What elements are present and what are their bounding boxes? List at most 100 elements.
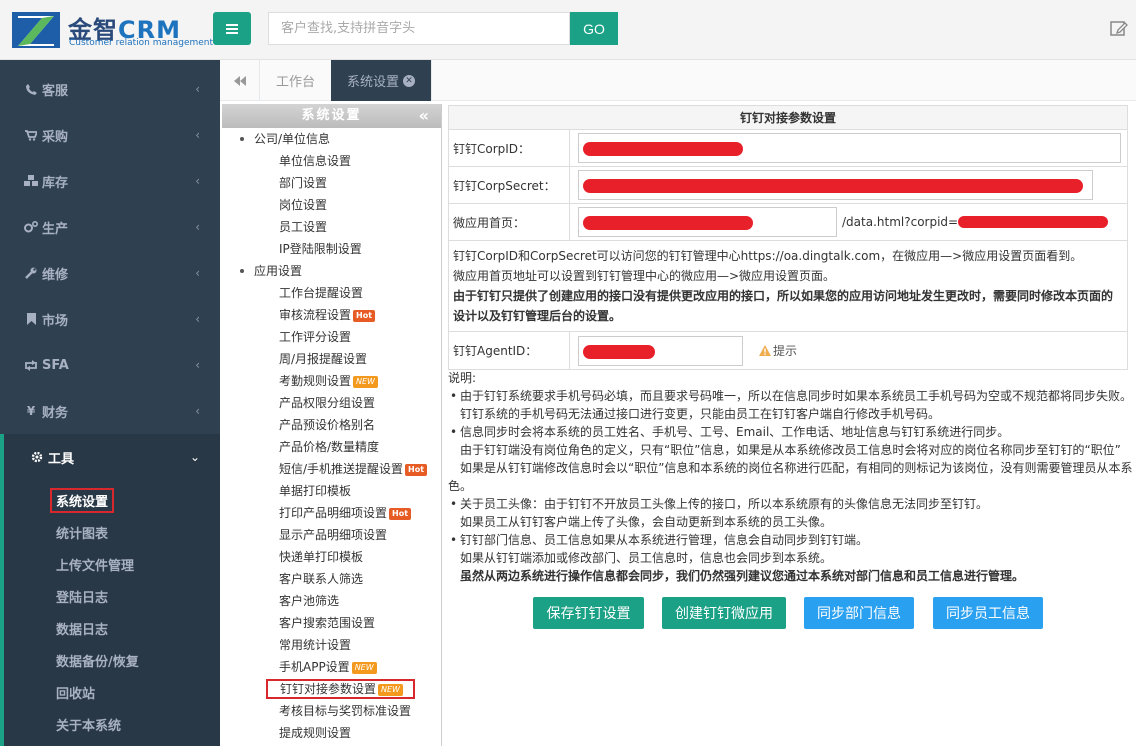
tab-workbench[interactable]: 工作台 xyxy=(260,60,333,101)
corpid-input[interactable] xyxy=(578,133,1121,163)
sidebar-item-service[interactable]: 客服 ‹ xyxy=(0,66,220,112)
instruction-item: 由于钉钉系统要求手机号码必填，而且要求号码唯一，所以在信息同步时如果本系统员工手… xyxy=(448,387,1136,405)
go-button[interactable]: GO xyxy=(570,12,618,45)
close-icon[interactable]: ✕ xyxy=(403,74,416,87)
tab-scroll-left-button[interactable] xyxy=(220,60,260,101)
tree-item[interactable]: 工作台提醒设置 xyxy=(248,282,441,304)
tree-item[interactable]: 钉钉对接参数设置 NEW xyxy=(248,678,441,700)
tree-item[interactable]: 短信/手机推送提醒设置 Hot xyxy=(248,458,441,480)
tree-item[interactable]: 单位信息设置 xyxy=(248,150,441,172)
tab-bar: 工作台 系统设置 ✕ xyxy=(220,60,1136,101)
tree-item[interactable]: 产品权限分组设置 xyxy=(248,392,441,414)
tree-item[interactable]: 审核流程设置 Hot xyxy=(248,304,441,326)
sidebar-item-finance[interactable]: ¥ 财务 ‹ xyxy=(0,388,220,434)
agentid-label: 钉钉AgentID： xyxy=(449,332,570,369)
create-dingtalk-app-button[interactable]: 创建钉钉微应用 xyxy=(662,597,786,629)
instruction-item: 关于员工头像：由于钉钉不开放员工头像上传的接口，所以本系统原有的头像信息无法同步… xyxy=(448,495,1136,513)
redaction-scribble xyxy=(583,179,1083,193)
tree-item[interactable]: 提成规则设置 xyxy=(248,722,441,744)
sidebar-subitem-data-log[interactable]: 数据日志 xyxy=(4,612,220,644)
chevron-left-icon: ‹ xyxy=(195,266,200,280)
agentid-input[interactable] xyxy=(578,335,743,366)
tree-group-apps[interactable]: 应用设置 xyxy=(238,260,441,282)
tree-item[interactable]: 工作评分设置 xyxy=(248,326,441,348)
corpid-row: 钉钉CorpID： xyxy=(449,130,1127,167)
tree-item[interactable]: 部门设置 xyxy=(248,172,441,194)
wrench-icon xyxy=(24,266,38,280)
tree-item[interactable]: 产品预设价格别名 xyxy=(248,414,441,436)
sidebar-item-inventory[interactable]: 库存 ‹ xyxy=(0,158,220,204)
tree-item[interactable]: 打印产品明细项设置 Hot xyxy=(248,502,441,524)
sync-department-button[interactable]: 同步部门信息 xyxy=(804,597,914,629)
tree-item[interactable]: 客户联系人筛选 xyxy=(248,568,441,590)
settings-tree: 公司/单位信息 单位信息设置 部门设置 岗位设置 员工设置 IP登陆限制设置 应… xyxy=(222,128,441,744)
chevron-left-icon: ‹ xyxy=(195,220,200,234)
tree-item[interactable]: 考勤规则设置 NEW xyxy=(248,370,441,392)
sidebar-subitem-login-log[interactable]: 登陆日志 xyxy=(4,580,220,612)
hot-badge: Hot xyxy=(353,309,376,322)
tree-item[interactable]: 显示产品明细项设置 xyxy=(248,524,441,546)
customer-search-input[interactable] xyxy=(268,12,570,45)
tree-item[interactable]: 产品价格/数量精度 xyxy=(248,436,441,458)
tip-hint[interactable]: 提示 xyxy=(759,342,797,359)
save-dingtalk-settings-button[interactable]: 保存钉钉设置 xyxy=(533,597,644,629)
homepage-label: 微应用首页： xyxy=(449,204,570,240)
sidebar-item-tools[interactable]: 工具 ⌄ xyxy=(0,434,220,480)
sidebar-item-purchase[interactable]: 采购 ‹ xyxy=(0,112,220,158)
logo-z-icon xyxy=(12,12,60,48)
redaction-scribble xyxy=(583,142,743,156)
top-header: 金智CRM Customer relation management GO xyxy=(0,0,1136,60)
sidebar-item-sfa[interactable]: SFA ‹ xyxy=(0,342,220,388)
homepage-row: 微应用首页： /data.html?corpid= xyxy=(449,204,1127,241)
tree-item[interactable]: IP登陆限制设置 xyxy=(248,238,441,260)
sidebar-subitem-recycle-bin[interactable]: 回收站 xyxy=(4,676,220,708)
tree-item[interactable]: 快递单打印模板 xyxy=(248,546,441,568)
sidebar-item-production[interactable]: 生产 ‹ xyxy=(0,204,220,250)
warning-icon xyxy=(759,345,771,356)
retweet-icon xyxy=(24,358,38,372)
new-badge: NEW xyxy=(353,375,378,388)
hot-badge: Hot xyxy=(405,463,428,476)
tree-item[interactable]: 周/月报提醒设置 xyxy=(248,348,441,370)
tree-item[interactable]: 客户搜索范围设置 xyxy=(248,612,441,634)
corpsecret-row: 钉钉CorpSecret： xyxy=(449,167,1127,204)
instruction-item: 信息同步时会将本系统的员工姓名、手机号、工号、Email、工作电话、地址信息与钉… xyxy=(448,423,1136,441)
sidebar-subitem-backup[interactable]: 数据备份/恢复 xyxy=(4,644,220,676)
sync-staff-button[interactable]: 同步员工信息 xyxy=(933,597,1043,629)
tree-group-company[interactable]: 公司/单位信息 xyxy=(238,128,441,150)
tree-item[interactable]: 客户池筛选 xyxy=(248,590,441,612)
tree-item[interactable]: 考核目标与奖罚标准设置 xyxy=(248,700,441,722)
tree-item[interactable]: 手机APP设置 NEW xyxy=(248,656,441,678)
chevron-left-icon: ‹ xyxy=(195,128,200,142)
corpsecret-input[interactable] xyxy=(578,170,1093,200)
instruction-item: 钉钉部门信息、员工信息如果从本系统进行管理，信息会自动同步到钉钉端。 xyxy=(448,531,1136,549)
tree-item[interactable]: 单据打印模板 xyxy=(248,480,441,502)
collapse-panel-icon[interactable]: « xyxy=(419,104,431,128)
cart-icon xyxy=(24,128,38,142)
redaction-scribble xyxy=(958,216,1109,228)
edit-icon[interactable] xyxy=(1109,18,1129,38)
new-badge: NEW xyxy=(378,683,403,696)
sidebar-item-repair[interactable]: 维修 ‹ xyxy=(0,250,220,296)
instructions: 说明: 由于钉钉系统要求手机号码必填，而且要求号码唯一，所以在信息同步时如果本系… xyxy=(448,369,1136,585)
tree-item[interactable]: 员工设置 xyxy=(248,216,441,238)
sidebar-subitem-system-settings[interactable]: 系统设置 xyxy=(4,484,220,516)
homepage-input[interactable] xyxy=(578,207,837,237)
menu-toggle-button[interactable] xyxy=(213,12,251,45)
dingtalk-settings-form: 钉钉对接参数设置 钉钉CorpID： 钉钉CorpSecret： 微应用首页： … xyxy=(448,105,1128,370)
tree-panel-header: 系统设置 « xyxy=(222,104,441,128)
cubes-icon xyxy=(24,174,38,188)
homepage-suffix: /data.html?corpid= xyxy=(842,215,959,229)
logo-subtitle: Customer relation management xyxy=(69,38,214,48)
redaction-scribble xyxy=(583,344,655,359)
sidebar-item-market[interactable]: 市场 ‹ xyxy=(0,296,220,342)
main-content: 钉钉对接参数设置 钉钉CorpID： 钉钉CorpSecret： 微应用首页： … xyxy=(447,104,1136,746)
sidebar-subitem-upload-files[interactable]: 上传文件管理 xyxy=(4,548,220,580)
logo[interactable]: 金智CRM Customer relation management xyxy=(12,10,213,52)
sidebar-subitem-about[interactable]: 关于本系统 xyxy=(4,708,220,740)
tree-item[interactable]: 岗位设置 xyxy=(248,194,441,216)
tab-system-settings[interactable]: 系统设置 ✕ xyxy=(331,60,433,101)
tree-item[interactable]: 常用统计设置 xyxy=(248,634,441,656)
sidebar-subitem-statistics[interactable]: 统计图表 xyxy=(4,516,220,548)
bookmark-icon xyxy=(24,312,38,326)
